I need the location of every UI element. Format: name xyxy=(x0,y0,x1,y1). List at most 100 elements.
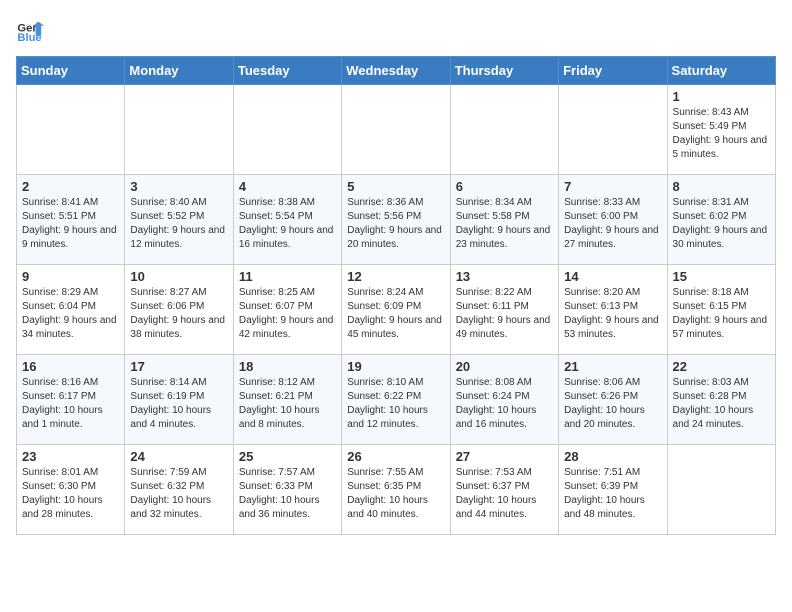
day-info: Sunrise: 8:22 AM Sunset: 6:11 PM Dayligh… xyxy=(456,286,553,342)
calendar-cell: 18 Sunrise: 8:12 AM Sunset: 6:21 PM Dayli… xyxy=(233,355,341,445)
day-number: 13 xyxy=(456,269,553,284)
day-info: Sunrise: 8:12 AM Sunset: 6:21 PM Dayligh… xyxy=(239,376,336,432)
day-number: 28 xyxy=(564,449,661,464)
calendar-cell: 20 Sunrise: 8:08 AM Sunset: 6:24 PM Dayli… xyxy=(450,355,558,445)
day-info: Sunrise: 7:53 AM Sunset: 6:37 PM Dayligh… xyxy=(456,466,553,522)
day-number: 6 xyxy=(456,179,553,194)
calendar-cell: 12 Sunrise: 8:24 AM Sunset: 6:09 PM Dayli… xyxy=(342,265,450,355)
calendar-table: SundayMondayTuesdayWednesdayThursdayFrid… xyxy=(16,56,776,535)
day-number: 10 xyxy=(130,269,227,284)
day-number: 17 xyxy=(130,359,227,374)
week-row-5: 23 Sunrise: 8:01 AM Sunset: 6:30 PM Dayli… xyxy=(17,445,776,535)
calendar-cell: 8 Sunrise: 8:31 AM Sunset: 6:02 PM Daylig… xyxy=(667,175,775,265)
day-info: Sunrise: 8:34 AM Sunset: 5:58 PM Dayligh… xyxy=(456,196,553,252)
day-number: 18 xyxy=(239,359,336,374)
calendar-cell xyxy=(450,85,558,175)
day-number: 7 xyxy=(564,179,661,194)
calendar-cell: 21 Sunrise: 8:06 AM Sunset: 6:26 PM Dayli… xyxy=(559,355,667,445)
calendar-cell: 4 Sunrise: 8:38 AM Sunset: 5:54 PM Daylig… xyxy=(233,175,341,265)
weekday-header-thursday: Thursday xyxy=(450,57,558,85)
weekday-header-monday: Monday xyxy=(125,57,233,85)
calendar-cell: 23 Sunrise: 8:01 AM Sunset: 6:30 PM Dayli… xyxy=(17,445,125,535)
calendar-cell: 2 Sunrise: 8:41 AM Sunset: 5:51 PM Daylig… xyxy=(17,175,125,265)
day-number: 8 xyxy=(673,179,770,194)
day-info: Sunrise: 8:31 AM Sunset: 6:02 PM Dayligh… xyxy=(673,196,770,252)
day-number: 5 xyxy=(347,179,444,194)
calendar-cell: 22 Sunrise: 8:03 AM Sunset: 6:28 PM Dayli… xyxy=(667,355,775,445)
day-number: 16 xyxy=(22,359,119,374)
day-number: 21 xyxy=(564,359,661,374)
day-info: Sunrise: 8:08 AM Sunset: 6:24 PM Dayligh… xyxy=(456,376,553,432)
day-info: Sunrise: 8:38 AM Sunset: 5:54 PM Dayligh… xyxy=(239,196,336,252)
day-info: Sunrise: 8:41 AM Sunset: 5:51 PM Dayligh… xyxy=(22,196,119,252)
day-number: 26 xyxy=(347,449,444,464)
day-info: Sunrise: 8:24 AM Sunset: 6:09 PM Dayligh… xyxy=(347,286,444,342)
calendar-cell: 16Sunrise: 8:16 AM Sunset: 6:17 PM Dayli… xyxy=(17,355,125,445)
week-row-2: 2 Sunrise: 8:41 AM Sunset: 5:51 PM Daylig… xyxy=(17,175,776,265)
day-info: Sunrise: 8:33 AM Sunset: 6:00 PM Dayligh… xyxy=(564,196,661,252)
calendar-cell xyxy=(667,445,775,535)
day-info: Sunrise: 7:55 AM Sunset: 6:35 PM Dayligh… xyxy=(347,466,444,522)
day-number: 14 xyxy=(564,269,661,284)
day-number: 23 xyxy=(22,449,119,464)
day-info: Sunrise: 8:43 AM Sunset: 5:49 PM Dayligh… xyxy=(673,106,770,162)
logo-icon: Gen Blue xyxy=(16,16,44,44)
logo: Gen Blue xyxy=(16,16,46,44)
day-number: 25 xyxy=(239,449,336,464)
day-info: Sunrise: 8:20 AM Sunset: 6:13 PM Dayligh… xyxy=(564,286,661,342)
day-number: 15 xyxy=(673,269,770,284)
day-info: Sunrise: 8:40 AM Sunset: 5:52 PM Dayligh… xyxy=(130,196,227,252)
day-info: Sunrise: 7:51 AM Sunset: 6:39 PM Dayligh… xyxy=(564,466,661,522)
calendar-cell: 19 Sunrise: 8:10 AM Sunset: 6:22 PM Dayli… xyxy=(342,355,450,445)
calendar-cell xyxy=(17,85,125,175)
calendar-cell xyxy=(559,85,667,175)
day-info: Sunrise: 8:25 AM Sunset: 6:07 PM Dayligh… xyxy=(239,286,336,342)
calendar-cell: 17 Sunrise: 8:14 AM Sunset: 6:19 PM Dayli… xyxy=(125,355,233,445)
calendar-cell: 11 Sunrise: 8:25 AM Sunset: 6:07 PM Dayli… xyxy=(233,265,341,355)
calendar-cell: 13 Sunrise: 8:22 AM Sunset: 6:11 PM Dayli… xyxy=(450,265,558,355)
weekday-header-wednesday: Wednesday xyxy=(342,57,450,85)
day-number: 11 xyxy=(239,269,336,284)
calendar-cell xyxy=(233,85,341,175)
day-info: Sunrise: 7:59 AM Sunset: 6:32 PM Dayligh… xyxy=(130,466,227,522)
calendar-cell: 6 Sunrise: 8:34 AM Sunset: 5:58 PM Daylig… xyxy=(450,175,558,265)
day-info: Sunrise: 8:14 AM Sunset: 6:19 PM Dayligh… xyxy=(130,376,227,432)
day-number: 12 xyxy=(347,269,444,284)
calendar-cell xyxy=(342,85,450,175)
day-info: Sunrise: 8:01 AM Sunset: 6:30 PM Dayligh… xyxy=(22,466,119,522)
day-number: 3 xyxy=(130,179,227,194)
day-info: Sunrise: 8:36 AM Sunset: 5:56 PM Dayligh… xyxy=(347,196,444,252)
day-info: Sunrise: 8:06 AM Sunset: 6:26 PM Dayligh… xyxy=(564,376,661,432)
calendar-cell: 3 Sunrise: 8:40 AM Sunset: 5:52 PM Daylig… xyxy=(125,175,233,265)
day-info: Sunrise: 8:10 AM Sunset: 6:22 PM Dayligh… xyxy=(347,376,444,432)
calendar-cell: 14 Sunrise: 8:20 AM Sunset: 6:13 PM Dayli… xyxy=(559,265,667,355)
day-number: 2 xyxy=(22,179,119,194)
day-info: Sunrise: 8:03 AM Sunset: 6:28 PM Dayligh… xyxy=(673,376,770,432)
weekday-header-friday: Friday xyxy=(559,57,667,85)
calendar-cell: 7 Sunrise: 8:33 AM Sunset: 6:00 PM Daylig… xyxy=(559,175,667,265)
week-row-3: 9 Sunrise: 8:29 AM Sunset: 6:04 PM Daylig… xyxy=(17,265,776,355)
weekday-header-saturday: Saturday xyxy=(667,57,775,85)
calendar-cell: 5 Sunrise: 8:36 AM Sunset: 5:56 PM Daylig… xyxy=(342,175,450,265)
day-number: 19 xyxy=(347,359,444,374)
calendar-cell: 10 Sunrise: 8:27 AM Sunset: 6:06 PM Dayli… xyxy=(125,265,233,355)
day-info: Sunrise: 8:27 AM Sunset: 6:06 PM Dayligh… xyxy=(130,286,227,342)
calendar-cell: 9 Sunrise: 8:29 AM Sunset: 6:04 PM Daylig… xyxy=(17,265,125,355)
day-number: 22 xyxy=(673,359,770,374)
day-number: 1 xyxy=(673,89,770,104)
weekday-header-row: SundayMondayTuesdayWednesdayThursdayFrid… xyxy=(17,57,776,85)
day-info: Sunrise: 8:29 AM Sunset: 6:04 PM Dayligh… xyxy=(22,286,119,342)
calendar-cell: 1 Sunrise: 8:43 AM Sunset: 5:49 PM Daylig… xyxy=(667,85,775,175)
calendar-cell: 27 Sunrise: 7:53 AM Sunset: 6:37 PM Dayli… xyxy=(450,445,558,535)
day-info: Sunrise: 7:57 AM Sunset: 6:33 PM Dayligh… xyxy=(239,466,336,522)
week-row-1: 1 Sunrise: 8:43 AM Sunset: 5:49 PM Daylig… xyxy=(17,85,776,175)
day-number: 27 xyxy=(456,449,553,464)
day-number: 4 xyxy=(239,179,336,194)
day-number: 9 xyxy=(22,269,119,284)
calendar-cell: 24Sunrise: 7:59 AM Sunset: 6:32 PM Dayli… xyxy=(125,445,233,535)
calendar-cell: 15Sunrise: 8:18 AM Sunset: 6:15 PM Dayli… xyxy=(667,265,775,355)
calendar-cell: 28 Sunrise: 7:51 AM Sunset: 6:39 PM Dayli… xyxy=(559,445,667,535)
day-number: 20 xyxy=(456,359,553,374)
weekday-header-sunday: Sunday xyxy=(17,57,125,85)
week-row-4: 16Sunrise: 8:16 AM Sunset: 6:17 PM Dayli… xyxy=(17,355,776,445)
